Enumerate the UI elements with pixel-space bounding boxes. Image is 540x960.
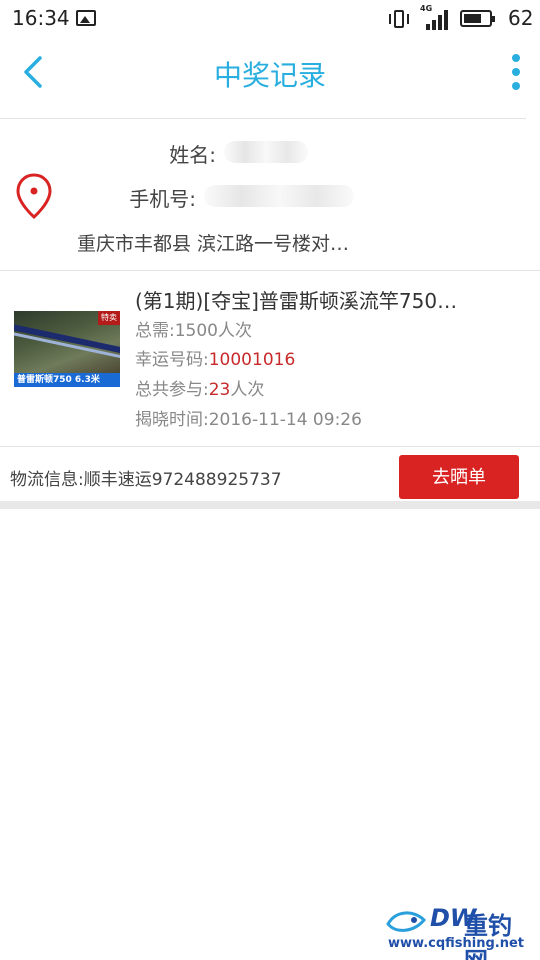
network-type: 4G [420,4,433,13]
thumbnail-caption: 普雷斯顿750 6.3米 [14,373,120,387]
share-order-button[interactable]: 去晒单 [399,455,519,499]
screen: 16:34 4G 62 中奖记录 姓名: 手机号: 重庆市丰都县 滨江路一号楼对… [0,0,540,960]
gallery-icon [76,10,96,26]
status-time: 16:34 [12,6,70,30]
participation-count: 总共参与:23人次 [135,380,265,400]
participation-value: 23 [208,380,231,400]
more-menu-button[interactable] [506,50,526,94]
address-text: 重庆市丰都县 滨江路一号楼对… [77,233,350,255]
prize-item[interactable]: 特卖 普雷斯顿750 6.3米 (第1期)[夺宝]普雷斯顿溪流竿750… 总需:… [0,271,540,447]
product-thumbnail: 特卖 普雷斯顿750 6.3米 [14,311,120,387]
reveal-time: 揭晓时间:2016-11-14 09:26 [135,410,362,430]
total-required: 总需:1500人次 [135,321,252,341]
location-pin-icon [16,173,52,219]
watermark-name: 重钓网 [464,912,512,960]
vibrate-icon [388,9,410,29]
name-value-masked [224,141,308,163]
page-title: 中奖记录 [213,59,326,92]
logistics-info: 物流信息:顺丰速运972488925737 [10,470,282,490]
thumbnail-tag: 特卖 [98,311,120,325]
name-label: 姓名: [169,143,216,167]
watermark-logo: DW 重钓网 www.cqfishing.net [384,902,534,960]
lucky-number: 幸运号码:10001016 [135,350,296,370]
section-separator [0,501,540,509]
battery-percent: 62 [508,6,534,30]
phone-label: 手机号: [129,187,196,211]
product-title: (第1期)[夺宝]普雷斯顿溪流竿750… [135,289,458,313]
phone-value-masked [204,185,354,207]
app-header: 中奖记录 [0,38,540,118]
signal-icon: 4G [420,4,450,30]
logistics-row: 物流信息:顺丰速运972488925737 去晒单 [0,447,540,501]
watermark-url: www.cqfishing.net [388,936,525,951]
status-bar: 16:34 4G 62 [0,0,540,38]
fish-logo-icon [386,911,427,932]
battery-icon [460,10,495,27]
address-card[interactable]: 姓名: 手机号: 重庆市丰都县 滨江路一号楼对… [0,119,540,271]
lucky-number-value: 10001016 [208,350,296,370]
more-dots-icon [512,54,520,62]
